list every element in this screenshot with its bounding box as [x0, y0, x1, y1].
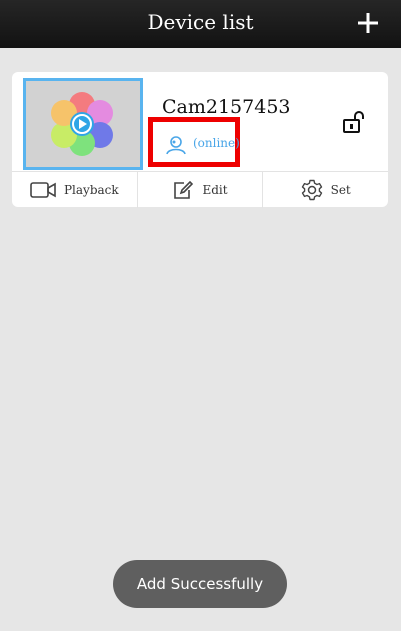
page-title: Device list — [147, 10, 254, 34]
device-card[interactable]: Cam2157453 (online) Playback Edit Set — [12, 72, 388, 208]
status-highlight-box: (online) — [148, 117, 240, 167]
plus-icon — [358, 13, 378, 33]
playback-label: Playback — [63, 183, 119, 197]
device-actions-bar: Playback Edit Set — [12, 171, 388, 208]
photo-flower-play-icon — [26, 81, 140, 167]
edit-button[interactable]: Edit — [136, 172, 263, 208]
settings-button[interactable]: Set — [262, 172, 388, 208]
device-status: (online) — [193, 136, 240, 150]
edit-label: Edit — [202, 183, 228, 197]
video-camera-icon — [30, 182, 56, 198]
user-icon — [166, 136, 186, 155]
unlock-icon — [343, 111, 364, 133]
toast-message: Add Successfully — [113, 560, 287, 608]
playback-button[interactable]: Playback — [12, 172, 137, 208]
device-name: Cam2157453 — [162, 96, 291, 118]
settings-label: Set — [330, 183, 351, 197]
lock-toggle-button[interactable] — [342, 110, 366, 136]
add-device-button[interactable] — [353, 8, 383, 38]
device-thumbnail[interactable] — [23, 78, 143, 170]
app-header: Device list — [0, 0, 401, 48]
edit-icon — [174, 180, 194, 199]
gear-icon — [301, 179, 322, 201]
